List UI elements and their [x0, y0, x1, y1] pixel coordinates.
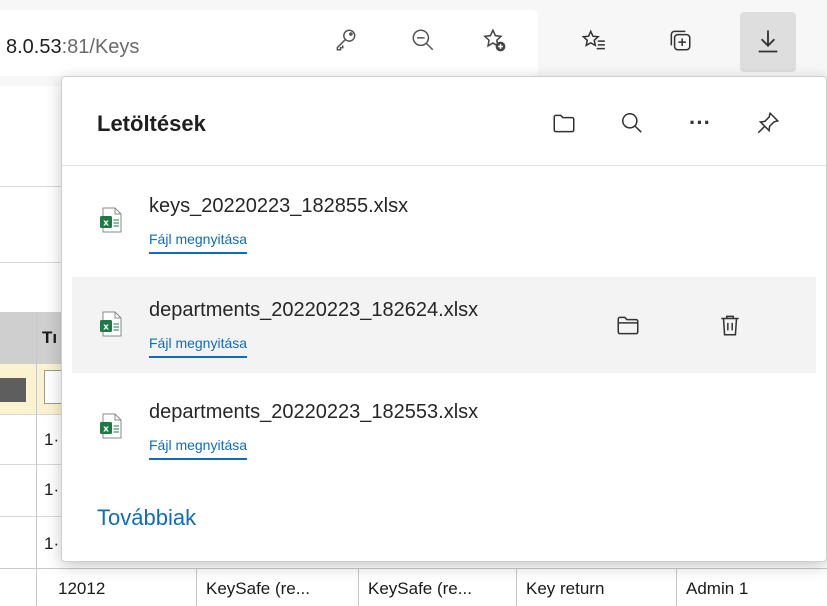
url-host: 8.0.53	[6, 36, 62, 58]
downloads-header: Letöltések ···	[62, 77, 826, 166]
table-cell: Key return	[526, 579, 605, 598]
pin-icon[interactable]	[750, 105, 786, 141]
browser-window: Tı 1· 1· 1· 12012 KeySafe (re... KeySafe…	[0, 0, 827, 606]
download-item[interactable]: x departments_20220223_182553.xlsx Fájl …	[72, 379, 816, 475]
downloads-panel: Letöltések ··· x keys_20220223_182855.xl…	[61, 76, 827, 562]
see-more-link[interactable]: Továbbiak	[97, 505, 196, 531]
grid-line	[676, 569, 677, 606]
delete-icon[interactable]	[712, 307, 748, 343]
open-file-link[interactable]: Fájl megnyitása	[149, 231, 248, 254]
svg-text:x: x	[103, 323, 109, 333]
address-bar[interactable]: 8.0.53:81/Keys	[0, 10, 538, 76]
grid-line	[36, 569, 37, 606]
table-cell: 1·	[44, 480, 60, 499]
table-cell: Admin 1	[686, 579, 749, 598]
add-favorite-icon[interactable]	[476, 22, 512, 58]
download-filename: departments_20220223_182553.xlsx	[149, 401, 479, 423]
favorites-icon[interactable]	[576, 22, 612, 58]
downloads-button[interactable]	[740, 12, 796, 72]
url-text: 8.0.53:81/Keys	[6, 36, 139, 59]
grid-line	[36, 312, 37, 606]
excel-icon: x	[100, 207, 122, 233]
open-file-link[interactable]: Fájl megnyitása	[149, 437, 248, 460]
download-filename: departments_20220223_182624.xlsx	[149, 299, 479, 321]
table-cell: 1·	[44, 534, 60, 553]
table-cell: 12012	[58, 579, 106, 598]
excel-icon: x	[100, 413, 122, 439]
download-filename: keys_20220223_182855.xlsx	[149, 195, 409, 217]
more-icon[interactable]: ···	[682, 105, 718, 141]
downloads-title: Letöltések	[97, 111, 206, 136]
table-row[interactable]: 12012 KeySafe (re... KeySafe (re... Key …	[0, 568, 827, 606]
grid-line	[516, 569, 517, 606]
grid-line	[196, 569, 197, 606]
excel-icon: x	[100, 311, 122, 337]
zoom-out-icon[interactable]	[405, 22, 441, 58]
grid-line	[358, 569, 359, 606]
filter-button[interactable]	[0, 378, 26, 402]
search-icon[interactable]	[614, 105, 650, 141]
browser-toolbar: 8.0.53:81/Keys	[0, 0, 827, 86]
download-item[interactable]: x keys_20220223_182855.xlsx Fájl megnyit…	[72, 173, 816, 269]
open-file-link[interactable]: Fájl megnyitása	[149, 335, 248, 358]
collections-icon[interactable]	[662, 22, 698, 58]
key-icon[interactable]	[328, 22, 364, 58]
download-item[interactable]: x departments_20220223_182624.xlsx Fájl …	[72, 277, 816, 373]
downloads-icon	[758, 30, 778, 53]
show-in-folder-icon[interactable]	[610, 307, 646, 343]
table-header-cell: Tı	[42, 328, 58, 347]
table-cell: KeySafe (re...	[206, 579, 310, 598]
table-cell: KeySafe (re...	[368, 579, 472, 598]
svg-text:x: x	[103, 219, 109, 229]
svg-text:x: x	[103, 425, 109, 435]
table-cell: 1·	[44, 430, 60, 449]
open-folder-icon[interactable]	[546, 105, 582, 141]
url-path: :81/Keys	[61, 36, 140, 58]
